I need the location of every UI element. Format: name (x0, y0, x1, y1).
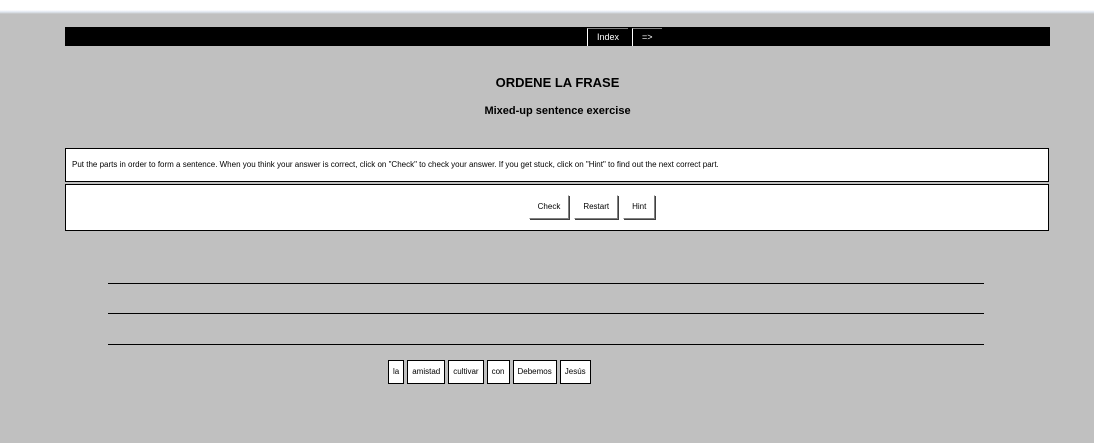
word-tile[interactable]: cultivar (448, 360, 484, 384)
word-tile[interactable]: la (388, 360, 405, 384)
nav-index-button[interactable]: Index (587, 28, 629, 46)
word-tile[interactable]: Jesús (559, 360, 591, 384)
controls-row: Check Restart Hint (66, 195, 1048, 219)
page-subtitle: Mixed-up sentence exercise (484, 105, 631, 117)
navigation-bar: Index => (65, 27, 1050, 46)
nav-items: Index => (587, 27, 662, 46)
controls-panel: Check Restart Hint (65, 184, 1049, 231)
check-button[interactable]: Check (528, 195, 570, 219)
browser-top-edge (0, 0, 1094, 14)
hint-button[interactable]: Hint (623, 195, 656, 219)
answer-line-2 (108, 313, 984, 314)
instructions-panel: Put the parts in order to form a sentenc… (65, 148, 1049, 182)
word-tiles: la amistad cultivar con Debemos Jesús (388, 360, 591, 384)
nav-next-button[interactable]: => (632, 28, 662, 46)
answer-line-3 (108, 344, 984, 345)
restart-button[interactable]: Restart (574, 195, 619, 219)
answer-line-1 (108, 283, 984, 284)
page-title: ORDENE LA FRASE (495, 75, 620, 90)
word-tile[interactable]: amistad (407, 360, 446, 384)
instructions-text: Put the parts in order to form a sentenc… (72, 160, 719, 169)
word-tile[interactable]: con (486, 360, 510, 384)
exercise-page: Index => ORDENE LA FRASE Mixed-up senten… (0, 0, 1094, 443)
word-tile[interactable]: Debemos (512, 360, 557, 384)
